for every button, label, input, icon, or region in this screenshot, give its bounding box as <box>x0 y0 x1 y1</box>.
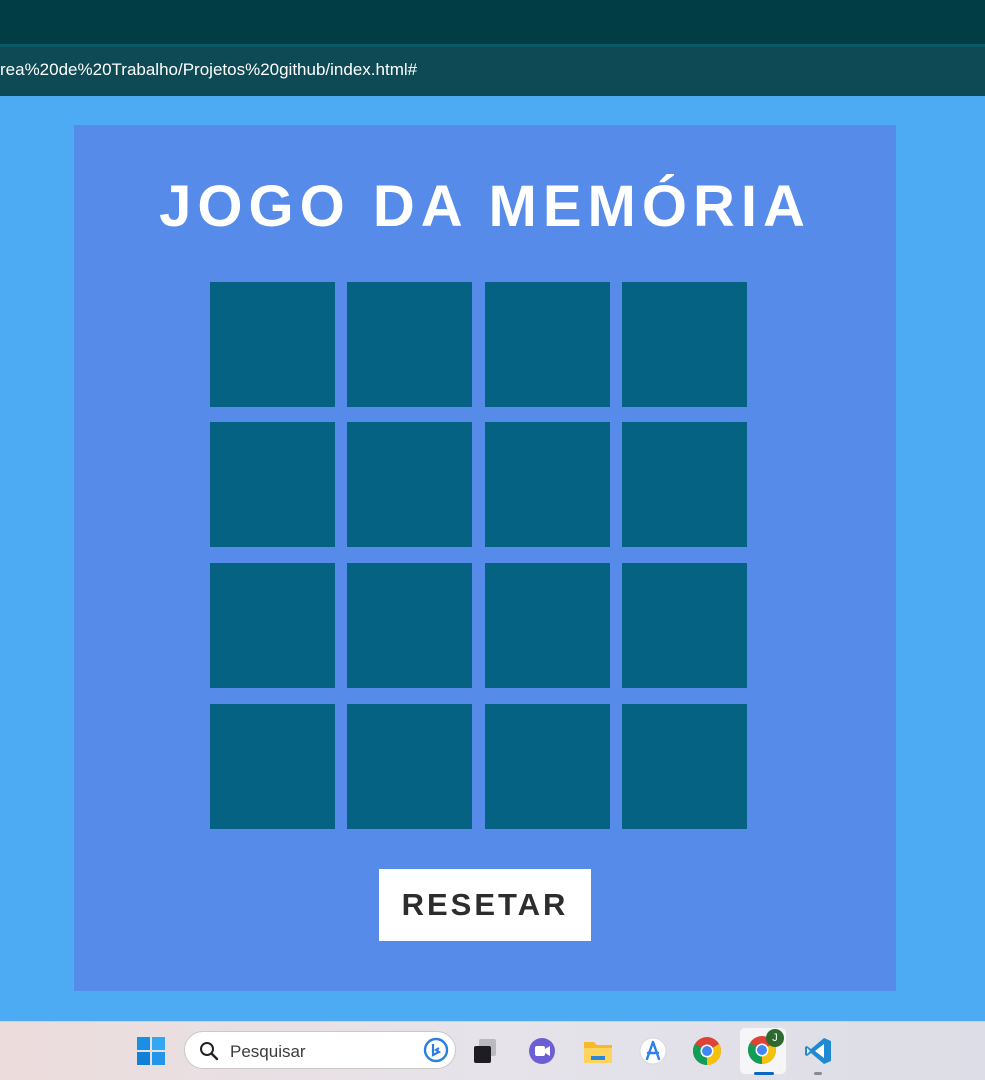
task-view-icon[interactable] <box>468 1034 502 1068</box>
reset-button[interactable]: RESETAR <box>379 869 591 941</box>
memory-card[interactable] <box>347 282 472 407</box>
windows-start-icon[interactable] <box>134 1034 168 1068</box>
file-explorer-icon[interactable] <box>581 1034 615 1068</box>
page-viewport: JOGO DA MEMÓRIA RESETAR <box>0 96 985 1021</box>
search-placeholder: Pesquisar <box>230 1042 306 1061</box>
memory-card[interactable] <box>622 422 747 547</box>
card-grid <box>210 282 747 829</box>
app-store-icon[interactable] <box>636 1034 670 1068</box>
chrome-icon[interactable] <box>690 1034 724 1068</box>
game-panel: JOGO DA MEMÓRIA RESETAR <box>74 125 896 991</box>
active-app-indicator <box>754 1072 774 1075</box>
memory-card[interactable] <box>622 282 747 407</box>
url-text[interactable]: rea%20de%20Trabalho/Projetos%20github/in… <box>0 60 417 80</box>
profile-badge: J <box>766 1029 784 1047</box>
bing-icon[interactable] <box>423 1037 449 1068</box>
taskbar-search-box[interactable]: Pesquisar <box>184 1031 456 1069</box>
memory-card[interactable] <box>347 704 472 829</box>
memory-card[interactable] <box>485 422 610 547</box>
memory-card[interactable] <box>347 422 472 547</box>
memory-card[interactable] <box>347 563 472 688</box>
memory-card[interactable] <box>622 563 747 688</box>
memory-card[interactable] <box>485 282 610 407</box>
teams-meet-icon[interactable] <box>525 1034 559 1068</box>
memory-card[interactable] <box>210 282 335 407</box>
browser-address-bar[interactable]: rea%20de%20Trabalho/Projetos%20github/in… <box>0 44 985 96</box>
vscode-icon[interactable] <box>801 1034 835 1068</box>
memory-card[interactable] <box>210 563 335 688</box>
memory-card[interactable] <box>210 704 335 829</box>
game-title: JOGO DA MEMÓRIA <box>159 174 811 239</box>
chrome-profile-tile[interactable]: J <box>739 1027 787 1075</box>
browser-tab-strip <box>0 0 985 44</box>
memory-card[interactable] <box>485 563 610 688</box>
search-icon <box>199 1041 219 1066</box>
memory-card[interactable] <box>622 704 747 829</box>
running-app-indicator <box>814 1072 822 1075</box>
memory-card[interactable] <box>210 422 335 547</box>
memory-card[interactable] <box>485 704 610 829</box>
taskbar: Pesquisar J <box>0 1021 985 1080</box>
